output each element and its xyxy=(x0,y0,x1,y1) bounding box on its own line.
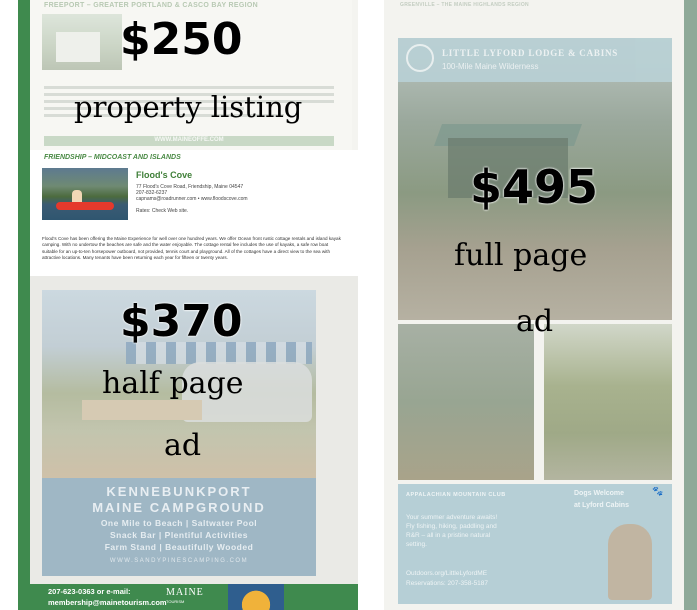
paw-icon: 🐾 xyxy=(652,486,664,496)
right-region-heading: GREENVILLE – THE MAINE HIGHLANDS REGION xyxy=(400,2,529,8)
floods-web: capnams@roadrunner.com • www.floodscove.… xyxy=(136,196,248,202)
contact-phone: 207-623-0363 or e-mail: xyxy=(48,587,131,596)
amc-name: APPALACHIAN MOUNTAIN CLUB xyxy=(406,492,506,498)
house-image xyxy=(56,32,100,62)
half-page-label-ad: ad xyxy=(164,428,202,463)
top-listing-url: WWW.MAINEOFFE.COM xyxy=(154,137,224,143)
lodge-logo-icon xyxy=(406,44,434,72)
half-page-label: half page xyxy=(102,366,244,401)
campground-name-line2: MAINE CAMPGROUND xyxy=(92,500,266,515)
text-line xyxy=(44,86,334,89)
listing-label: property listing xyxy=(74,90,303,124)
campground-feature-line: Farm Stand | Beautifully Wooded xyxy=(104,542,254,552)
floods-cove-listing: FRIENDSHIP – MIDCOAST AND ISLANDS Flood'… xyxy=(30,150,358,276)
floods-title: Flood's Cove xyxy=(136,170,193,180)
floods-rates: Rates: Check Web site. xyxy=(136,208,189,214)
half-page-price: $370 xyxy=(120,296,243,347)
campground-feature-line: Snack Bar | Plentiful Activities xyxy=(109,530,249,540)
full-page-label: full page xyxy=(454,238,588,273)
maine-tourism-logo: MAINE xyxy=(166,587,204,598)
contact-line: Reservations: 207-358-5187 xyxy=(406,580,489,587)
campground-name-line1: KENNEBUNKPORT xyxy=(106,484,252,499)
lodge-info-panel: APPALACHIAN MOUNTAIN CLUB Your summer ad… xyxy=(398,484,672,604)
membership-contact-bar: 207-623-0363 or e-mail: membership@maine… xyxy=(18,584,358,610)
advert-line: setting. xyxy=(406,541,427,548)
full-page-label-ad: ad xyxy=(516,304,554,339)
floods-kayak-photo xyxy=(42,168,128,220)
lodge-title: LITTLE LYFORD LODGE & CABINS xyxy=(442,48,619,58)
campground-url: WWW.SANDYPINESCAMPING.COM xyxy=(109,558,249,564)
right-page-edge xyxy=(684,0,697,610)
campground-info-panel: KENNEBUNKPORT MAINE CAMPGROUND One Mile … xyxy=(42,478,316,576)
advert-line: Fly fishing, hiking, paddling and xyxy=(406,523,497,530)
contact-line: Outdoors.org/LittleLyfordME xyxy=(406,570,488,577)
dogs-welcome-sub: at Lyford Cabins xyxy=(574,502,629,509)
maine-tourism-logo-sub: TOURISM xyxy=(166,599,185,604)
decorative-sticker-image xyxy=(228,584,284,610)
lodge-banner: LITTLE LYFORD LODGE & CABINS 100-Mile Ma… xyxy=(398,38,672,82)
kayak-image xyxy=(56,202,114,210)
fly-fishing-photo xyxy=(398,324,534,480)
advert-line: R&R – all in a pristine natural xyxy=(406,532,491,539)
dogs-welcome-text: Dogs Welcome xyxy=(574,490,625,497)
full-page-price: $495 xyxy=(470,160,599,214)
top-listing-footer: WWW.MAINEOFFE.COM xyxy=(44,136,334,146)
contact-email: membership@mainetourism.com xyxy=(48,598,167,607)
floods-region-heading: FRIENDSHIP – MIDCOAST AND ISLANDS xyxy=(44,154,181,161)
left-green-strip xyxy=(18,0,30,610)
top-region-heading: FREEPORT – GREATER PORTLAND & CASCO BAY … xyxy=(44,2,258,9)
advert-line: Your summer adventure awaits! xyxy=(406,514,498,521)
top-listing-photo xyxy=(42,14,122,70)
floods-body-text: Flood's Cove has been offering the Maine… xyxy=(42,236,341,261)
campground-feature-line: One Mile to Beach | Saltwater Pool xyxy=(100,518,258,528)
hiking-photo xyxy=(544,324,672,480)
lodge-subtitle: 100-Mile Maine Wilderness xyxy=(442,62,539,71)
dog-image xyxy=(608,524,652,600)
listing-price: $250 xyxy=(120,14,243,65)
picnic-table-image xyxy=(82,400,202,420)
